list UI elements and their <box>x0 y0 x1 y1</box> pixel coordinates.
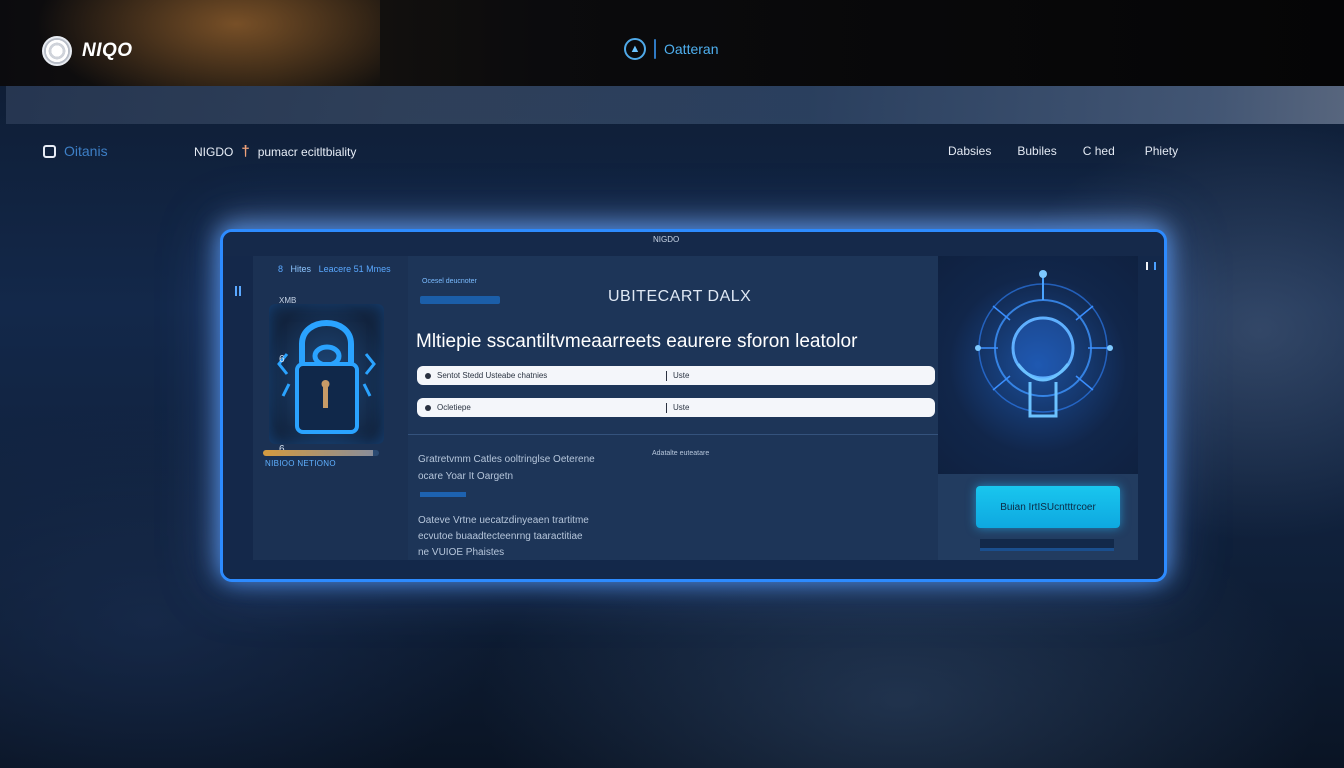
main-panel: NIGDO 8 Hites Leacere 51 Mmes XMB 6 NIBI… <box>220 229 1167 582</box>
divider <box>408 434 938 435</box>
top-bar: NIQO ▲ Oatteran <box>0 0 1344 86</box>
side-progress-fill <box>263 450 374 456</box>
small-chip <box>420 492 466 497</box>
square-icon <box>43 144 56 158</box>
panel-sidebar: 8 Hites Leacere 51 Mmes XMB 6 6 <box>253 256 408 566</box>
brand[interactable]: NIQO <box>42 36 133 66</box>
shield-icon: ▲ <box>624 38 646 60</box>
right-column: Buian IrtISUcntttrcoer <box>938 256 1138 566</box>
pause-icon[interactable] <box>235 286 241 296</box>
info-a-side: Adatalte euteatare <box>652 450 710 457</box>
nav-bar: Oitanis NIGDO † pumacr ecitltbiality Dab… <box>0 140 1344 164</box>
lock-mark-a: 6 <box>279 354 285 365</box>
center-label: Oatteran <box>664 41 719 57</box>
nav-link-2[interactable]: Bubiles <box>1017 144 1056 158</box>
info-block-a: Gratretvmm Catles ooltringlse Oeterene o… <box>418 451 595 485</box>
input-field-2[interactable]: Ocletiepe Uste <box>417 398 935 417</box>
input-field-2-right: Uste <box>673 403 690 412</box>
panel-right-edge <box>1138 256 1164 566</box>
search-text: pumacr ecitltbiality <box>257 144 357 159</box>
content-title: UBITECART DALX <box>608 288 752 305</box>
input-field-1-right: Uste <box>673 371 690 380</box>
sub-band <box>6 86 1344 124</box>
nav-link-3[interactable]: C hed <box>1083 144 1115 158</box>
input-field-2-text: Ocletiepe <box>437 403 471 412</box>
side-progress-bar <box>263 450 379 456</box>
hologram-image <box>938 256 1138 474</box>
info-b-line-1: Oateve Vrtne uecatzdinyeaen trartitme <box>418 515 589 526</box>
info-a-line-2: ocare Yoar It Oargetn <box>418 471 514 482</box>
chip-label: Ocesel deucnoter <box>422 278 477 285</box>
secondary-bar[interactable] <box>980 539 1114 551</box>
radio-icon <box>425 372 431 379</box>
nav-link-1[interactable]: Dabsies <box>948 144 991 158</box>
brand-name: NIQO <box>82 40 133 61</box>
breadcrumb-a[interactable]: 8 <box>278 264 283 274</box>
nav-left-item[interactable]: Oitanis <box>43 143 108 159</box>
padlock-icon <box>277 320 376 434</box>
info-a-line-1: Gratretvmm Catles ooltringlse Oeterene <box>418 454 595 465</box>
nav-link-4[interactable]: Phiety <box>1145 144 1178 158</box>
nav-left-label: Oitanis <box>64 143 108 159</box>
panel-footer <box>223 560 1164 579</box>
primary-action-button[interactable]: Buian IrtISUcntttrcoer <box>976 486 1120 528</box>
panel-title: NIGDO <box>653 235 680 244</box>
center-badge[interactable]: ▲ Oatteran <box>624 38 718 60</box>
panel-content: Ocesel deucnoter UBITECART DALX Mltiepie… <box>408 256 938 566</box>
brain-logo-icon <box>42 36 72 66</box>
panel-left-strip <box>223 256 253 579</box>
input-divider <box>666 370 667 381</box>
breadcrumb: 8 Hites Leacere 51 Mmes <box>278 264 391 274</box>
nav-links: Dabsies Bubiles C hed Phiety <box>948 144 1178 158</box>
headline: Mltiepie sscantiltvmeaarreets eaurere sf… <box>416 331 858 352</box>
window-control-icon[interactable] <box>1146 262 1156 270</box>
nav-search[interactable]: NIGDO † pumacr ecitltbiality <box>194 143 356 160</box>
info-b-line-2: ecvutoe buaadtecteenrng taaractitiae <box>418 531 583 542</box>
input-field-1[interactable]: Sentot Stedd Usteabe chatnies Uste <box>417 366 935 385</box>
badge-divider <box>654 39 656 59</box>
circuit-lock-icon <box>975 270 1113 418</box>
panel-header: NIGDO <box>223 232 1164 256</box>
search-prefix: NIGDO <box>194 144 234 159</box>
side-status: NIBIOO NETIONO <box>265 459 336 468</box>
radio-icon <box>425 404 431 411</box>
breadcrumb-b[interactable]: Hites <box>291 264 312 274</box>
pin-icon: † <box>241 143 250 160</box>
section-chip[interactable] <box>420 296 500 304</box>
info-b-line-3: ne VUIOE Phaistes <box>418 547 505 558</box>
input-divider <box>666 402 667 413</box>
input-field-1-text: Sentot Stedd Usteabe chatnies <box>437 371 548 380</box>
breadcrumb-c[interactable]: Leacere 51 Mmes <box>319 264 391 274</box>
info-block-b: Oateve Vrtne uecatzdinyeaen trartitme ec… <box>418 513 589 561</box>
lock-card[interactable]: 6 6 <box>269 304 384 455</box>
